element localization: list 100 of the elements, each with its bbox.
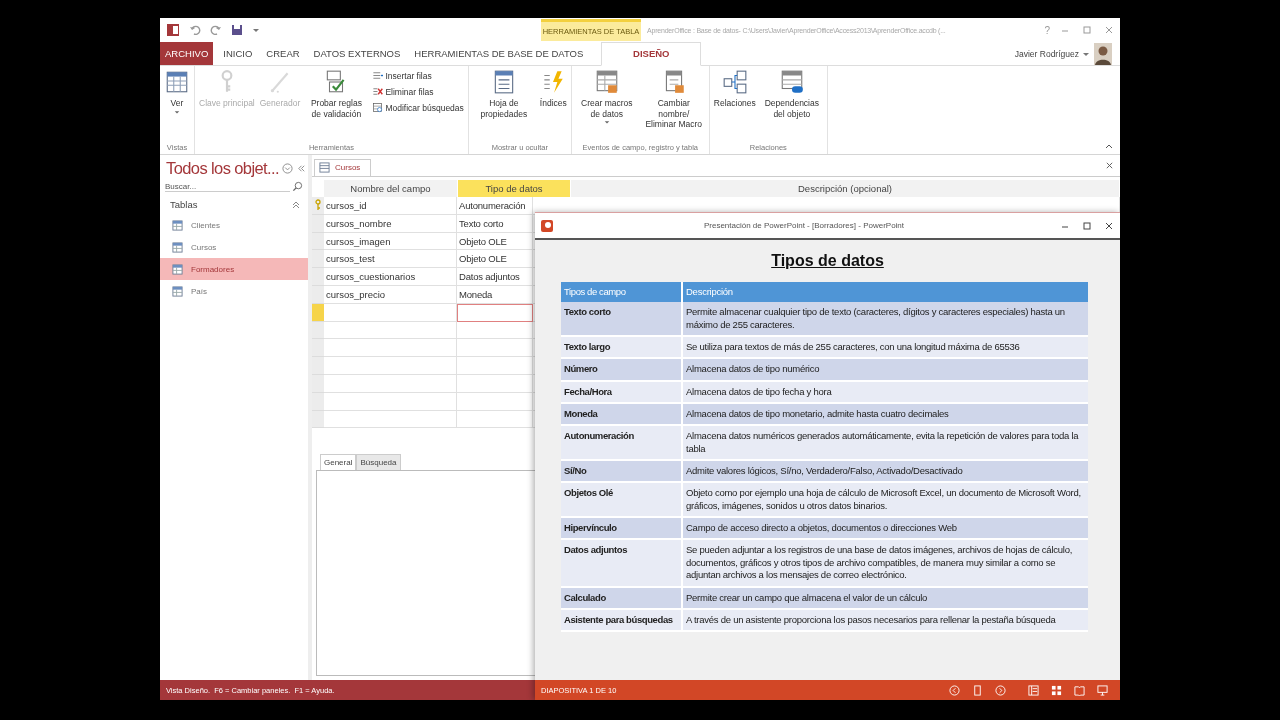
row-selector[interactable]	[312, 197, 324, 215]
table-icon	[172, 263, 183, 275]
data-type-cell[interactable]: Autonumeración	[457, 197, 533, 215]
column-header[interactable]: Tipo de datos	[458, 180, 571, 197]
data-type-cell[interactable]: Texto corto	[457, 214, 533, 233]
table-item[interactable]: Cursos	[160, 236, 308, 258]
ribbon-button[interactable]: Cambiar nombre/ Eliminar Macro	[640, 69, 707, 143]
maximize-icon[interactable]	[1082, 220, 1092, 231]
table-cell: Almacena datos de tipo numérico	[681, 359, 1088, 380]
table-icon	[172, 285, 183, 297]
field-name-cell[interactable]: cursos_precio	[324, 286, 457, 304]
table-cell-text: Moneda	[563, 407, 599, 422]
ribbon-tab[interactable]: CREAR	[259, 42, 307, 65]
redo-icon[interactable]	[210, 24, 222, 36]
field-name-cell[interactable]: cursos_imagen	[324, 232, 457, 251]
data-type-cell[interactable]: Moneda	[457, 286, 533, 304]
ribbon-button[interactable]: Ver	[162, 69, 192, 143]
row-selector[interactable]	[312, 357, 324, 375]
insert-rows-icon	[372, 70, 384, 81]
dropdown-icon[interactable]	[282, 163, 294, 174]
data-type-cell[interactable]: Objeto OLE	[457, 250, 533, 269]
next-icon[interactable]	[995, 684, 1006, 696]
row-selector[interactable]	[312, 268, 324, 286]
ribbon-tab[interactable]: INICIO	[216, 42, 260, 65]
field-name-cell[interactable]	[324, 374, 457, 393]
close-icon[interactable]	[1104, 220, 1114, 231]
data-type-cell[interactable]: Datos adjuntos	[457, 268, 533, 286]
table-cell: Se pueden adjuntar a los registros de una base de datos imágenes, archivos de hojas de cálculo, documentos, gráficos y otros tipos de archivo compatibles, de manera muy similar a como se adjuntan archivos a los mensajes de correo electrónico.	[681, 540, 1088, 586]
ribbon-button[interactable]: Crear macros de datos	[573, 69, 640, 143]
table-cell-text: Texto corto	[563, 305, 612, 320]
file-tab[interactable]: ARCHIVO	[160, 42, 214, 65]
powerpoint-logo-icon[interactable]	[540, 218, 554, 233]
column-header[interactable]: Nombre del campo	[324, 180, 458, 197]
table-cell: Permite almacenar cualquier tipo de texto (caracteres, dígitos y caracteres especiales) hasta un máximo de 255 caracteres.	[681, 302, 1088, 336]
ribbon-button[interactable]: Relaciones	[711, 69, 758, 143]
window-title: Presentación de PowerPoint - [Borradores] - PowerPoint	[702, 221, 906, 230]
field-name-cell[interactable]: cursos_nombre	[324, 214, 457, 233]
grid-view-icon[interactable]	[1051, 684, 1062, 696]
field-name-cell[interactable]	[324, 303, 457, 322]
field-name-cell[interactable]: cursos_test	[324, 250, 457, 269]
relationships-icon	[721, 69, 748, 95]
nav-pane-title[interactable]: Todos los objet...	[166, 159, 280, 178]
collapse-icon[interactable]	[292, 200, 300, 209]
field-name-cell[interactable]	[324, 321, 457, 340]
table-cell: Objeto como por ejemplo una hoja de cálculo de Microsoft Excel, un documento de Microsoft Word, gráficos, imágenes, sonidos u otros datos binarios.	[681, 483, 1088, 517]
table-cell: Se utiliza para textos de más de 255 caracteres, con una longitud máxima de 65536	[681, 337, 1088, 358]
section-header[interactable]: Tablas	[170, 199, 198, 210]
avatar[interactable]	[1094, 42, 1112, 65]
ribbon-tab[interactable]: DISEÑO	[601, 41, 702, 66]
caret-icon[interactable]	[252, 26, 260, 34]
undo-icon[interactable]	[189, 24, 201, 36]
table-icon	[172, 219, 183, 231]
table-cell-text: Sí/No	[563, 464, 588, 479]
key-icon	[315, 199, 321, 212]
ribbon-button[interactable]: Modificar búsquedas	[370, 101, 466, 114]
search-icon[interactable]	[292, 181, 303, 192]
save-icon[interactable]	[231, 24, 243, 36]
table-cell: A través de un asistente proporciona los pasos necesarios para rellenar la pestaña búsqueda	[681, 609, 1088, 631]
field-name-cell[interactable]	[324, 410, 457, 429]
row-selector[interactable]	[312, 250, 324, 269]
ribbon-button[interactable]: Insertar filas	[370, 69, 466, 82]
lookup-icon	[372, 102, 384, 113]
ribbon-button[interactable]: Probar reglas de validación	[303, 69, 370, 143]
slideshow-icon[interactable]	[1097, 684, 1108, 696]
slide-sorter-icon[interactable]	[972, 684, 983, 696]
ribbon-tab[interactable]: DATOS EXTERNOS	[306, 42, 408, 65]
table-item[interactable]: Clientes	[160, 214, 308, 236]
data-type-cell[interactable]	[457, 303, 533, 322]
property-tab[interactable]: Búsqueda	[356, 454, 401, 471]
property-tab[interactable]: General	[320, 454, 357, 471]
user-name[interactable]: Javier Rodríguez	[1014, 48, 1079, 59]
field-name-cell[interactable]	[324, 392, 457, 411]
maximize-icon[interactable]	[1082, 25, 1092, 35]
reading-view-icon[interactable]	[1074, 684, 1085, 696]
ribbon-tab[interactable]: HERRAMIENTAS DE BASE DE DATOS	[407, 42, 591, 65]
table-cell: Permite crear un campo que almacena el valor de un cálculo	[681, 587, 1088, 608]
data-type-cell[interactable]: Objeto OLE	[457, 232, 533, 251]
search-field[interactable]: Buscar...	[165, 181, 290, 192]
table-cell-text: Hipervínculo	[563, 521, 618, 536]
ribbon-button[interactable]: Hoja de propiedades	[470, 69, 537, 143]
previous-icon[interactable]	[949, 684, 960, 696]
field-name-cell[interactable]	[324, 339, 457, 358]
normal-view-icon[interactable]	[1028, 684, 1039, 696]
table-item[interactable]: Formadores	[160, 258, 308, 280]
ribbon-button[interactable]: Eliminar filas	[370, 85, 466, 98]
table-cell: Admite valores lógicos, Sí/no, Verdadero/Falso, Activado/Desactivado	[681, 461, 1088, 482]
access-logo-icon[interactable]	[166, 23, 180, 37]
field-name-cell[interactable]: cursos_id	[324, 197, 457, 215]
close-icon[interactable]	[1105, 161, 1114, 170]
table-cell-text: Calculado	[563, 590, 607, 605]
field-name-cell[interactable]	[324, 357, 457, 375]
column-header: Tipos de campo	[563, 285, 627, 299]
column-header[interactable]: Descripción (opcional)	[571, 180, 1120, 197]
document-tab[interactable]: Cursos	[314, 159, 372, 176]
table-cell-text: Número	[563, 362, 599, 377]
ribbon-button[interactable]: Dependencias del objeto	[758, 69, 825, 143]
field-name-cell[interactable]: cursos_cuestionarios	[324, 268, 457, 286]
ribbon-button[interactable]: Índices	[537, 69, 569, 143]
table-item[interactable]: País	[160, 280, 308, 302]
row-selector[interactable]	[312, 339, 324, 358]
